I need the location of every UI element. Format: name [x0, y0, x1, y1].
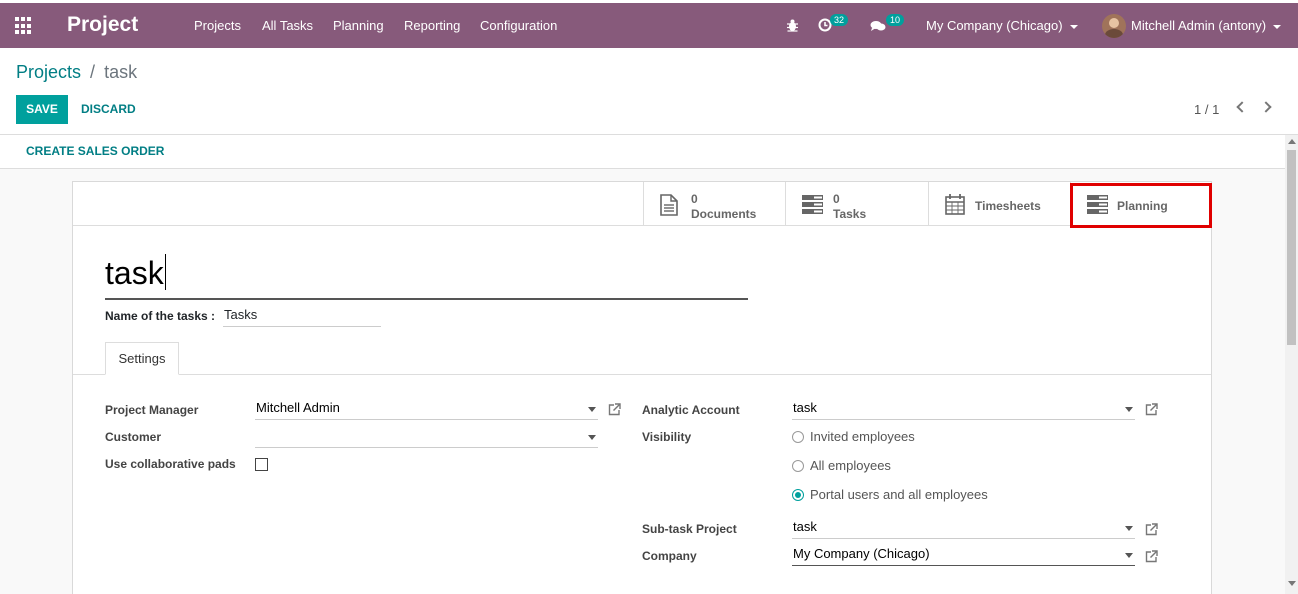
collab-pads-label: Use collaborative pads — [105, 457, 236, 471]
menu-reporting[interactable]: Reporting — [404, 18, 460, 33]
customer-field[interactable] — [255, 428, 598, 448]
visibility-option-all[interactable]: All employees — [810, 458, 891, 473]
company-value: My Company (Chicago) — [793, 546, 930, 561]
activity-count-badge: 32 — [830, 14, 849, 26]
subtask-project-label: Sub-task Project — [642, 522, 737, 536]
menu-planning[interactable]: Planning — [333, 18, 384, 33]
tasks-count: 0 — [833, 192, 840, 206]
pager-value[interactable]: 1 / 1 — [1194, 102, 1219, 117]
company-field[interactable]: My Company (Chicago) — [792, 546, 1135, 566]
apps-menu-icon[interactable] — [15, 17, 33, 35]
tab-settings[interactable]: Settings — [105, 342, 179, 375]
visibility-option-portal[interactable]: Portal users and all employees — [810, 487, 988, 502]
menu-projects[interactable]: Projects — [194, 18, 241, 33]
dropdown-caret-icon — [1125, 407, 1133, 412]
tasks-stat-button[interactable]: 0 Tasks — [785, 182, 928, 226]
task-title-input[interactable]: task — [105, 254, 748, 300]
bug-icon[interactable] — [786, 19, 799, 32]
user-avatar[interactable] — [1102, 14, 1126, 38]
document-icon — [660, 194, 678, 216]
scroll-down-arrow-icon[interactable] — [1288, 581, 1296, 586]
pager-previous-icon[interactable] — [1236, 101, 1248, 113]
task-title-value: task — [105, 255, 164, 291]
visibility-radio-all[interactable] — [792, 460, 804, 472]
visibility-label: Visibility — [642, 430, 692, 444]
pager-next-icon[interactable] — [1260, 101, 1272, 113]
company-label: Company — [642, 549, 697, 563]
text-cursor — [164, 254, 166, 290]
subtask-project-value: task — [793, 519, 817, 534]
form-sheet: 0 Documents 0 Tasks Timesheets Planning … — [72, 181, 1212, 594]
timesheets-stat-button[interactable]: Timesheets — [928, 182, 1070, 226]
analytic-account-label: Analytic Account — [642, 403, 740, 417]
dropdown-caret-icon — [588, 407, 596, 412]
breadcrumb-separator: / — [90, 62, 96, 82]
messages-icon[interactable] — [870, 20, 886, 32]
documents-label: Documents — [691, 207, 757, 221]
timesheets-label: Timesheets — [975, 199, 1041, 213]
tasks-label: Tasks — [833, 207, 867, 221]
visibility-option-invited[interactable]: Invited employees — [810, 429, 915, 444]
company-switcher-label: My Company (Chicago) — [926, 18, 1063, 33]
external-link-icon[interactable] — [1145, 403, 1158, 416]
scrollbar-thumb[interactable] — [1287, 150, 1296, 345]
discard-button[interactable]: DISCARD — [81, 102, 136, 116]
external-link-icon[interactable] — [1145, 550, 1158, 563]
dropdown-caret-icon — [588, 435, 596, 440]
chevron-down-icon — [1069, 24, 1078, 29]
documents-stat-button[interactable]: 0 Documents — [643, 182, 785, 226]
save-button[interactable]: SAVE — [16, 95, 68, 124]
analytic-account-value: task — [793, 400, 817, 415]
customer-label: Customer — [105, 430, 162, 444]
visibility-radio-portal[interactable] — [792, 489, 804, 501]
status-bar: CREATE SALES ORDER — [0, 135, 1285, 169]
company-switcher[interactable]: My Company (Chicago) — [926, 18, 1078, 33]
project-manager-field[interactable]: Mitchell Admin — [255, 400, 598, 420]
dropdown-caret-icon — [1125, 526, 1133, 531]
breadcrumb-projects-link[interactable]: Projects — [16, 62, 81, 82]
tasks-icon — [802, 195, 823, 214]
breadcrumb-current: task — [104, 62, 138, 82]
tasks-name-label: Name of the tasks : — [105, 309, 216, 323]
collab-pads-checkbox[interactable] — [255, 458, 268, 471]
project-manager-label: Project Manager — [105, 403, 199, 417]
user-menu-label: Mitchell Admin (antony) — [1131, 18, 1267, 33]
messages-count-badge: 10 — [886, 14, 905, 26]
analytic-account-field[interactable]: task — [792, 400, 1135, 420]
external-link-icon[interactable] — [1145, 523, 1158, 536]
user-menu[interactable]: Mitchell Admin (antony) — [1131, 18, 1282, 33]
project-manager-value: Mitchell Admin — [256, 400, 340, 415]
tab-divider — [73, 374, 1211, 375]
menu-configuration[interactable]: Configuration — [480, 18, 557, 33]
dropdown-caret-icon — [1125, 553, 1133, 558]
tasks-name-input[interactable]: Tasks — [223, 307, 381, 327]
vertical-scrollbar[interactable] — [1285, 135, 1298, 594]
main-navbar: Project Projects All Tasks Planning Repo… — [0, 3, 1298, 48]
visibility-radio-invited[interactable] — [792, 431, 804, 443]
create-sales-order-button[interactable]: CREATE SALES ORDER — [26, 144, 164, 158]
breadcrumb: Projects / task — [16, 62, 137, 83]
menu-all-tasks[interactable]: All Tasks — [262, 18, 313, 33]
scroll-up-arrow-icon[interactable] — [1288, 139, 1296, 144]
calendar-icon — [945, 194, 965, 215]
planning-highlight-annotation — [1070, 183, 1212, 228]
app-title: Project — [67, 13, 139, 36]
chevron-down-icon — [1273, 24, 1282, 29]
subtask-project-field[interactable]: task — [792, 519, 1135, 539]
smart-button-box: 0 Documents 0 Tasks Timesheets Planning — [73, 182, 1211, 226]
documents-count: 0 — [691, 192, 698, 206]
external-link-icon[interactable] — [608, 403, 621, 416]
